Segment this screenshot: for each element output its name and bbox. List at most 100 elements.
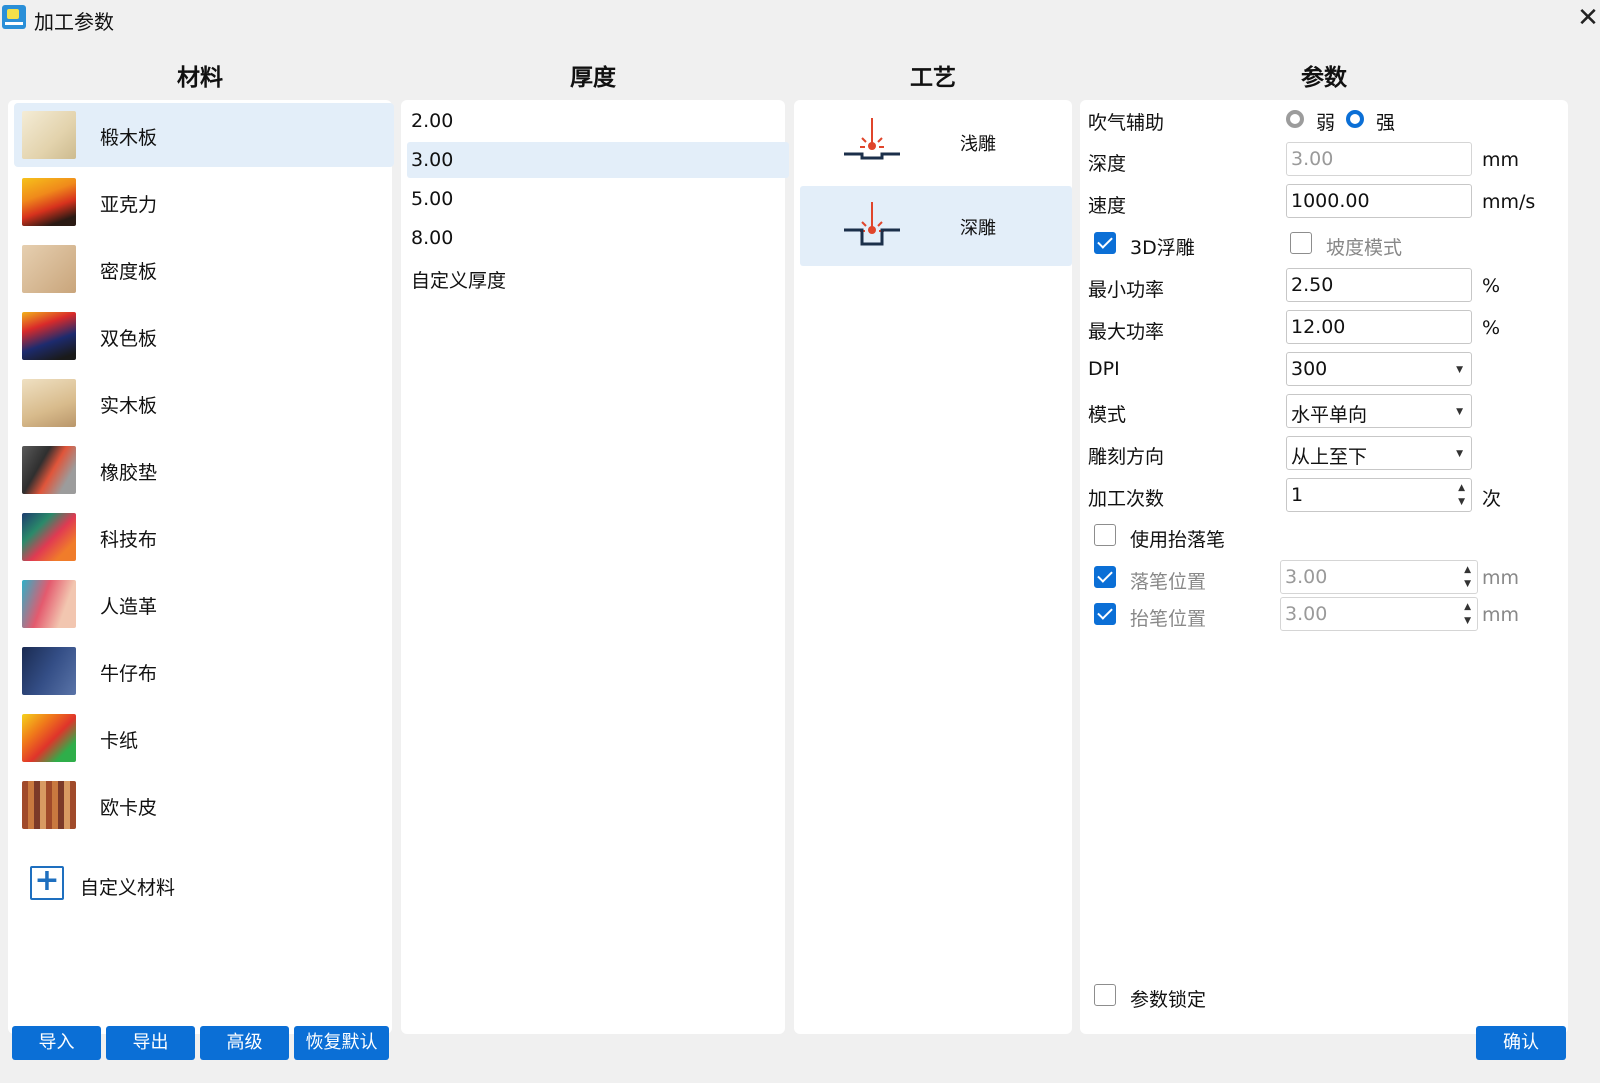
custom-thickness-item[interactable]: 自定义厚度 — [407, 259, 789, 295]
pen-down-value: 3.00 — [1285, 566, 1328, 588]
material-item-two-color[interactable]: 双色板 — [14, 304, 394, 368]
relief-3d-checkbox[interactable] — [1094, 232, 1116, 254]
direction-select[interactable]: 从上至下 ▼ — [1286, 436, 1472, 470]
process-item-shallow[interactable]: 浅雕 — [800, 102, 1072, 182]
plus-icon: + — [30, 866, 64, 900]
material-label: 牛仔布 — [100, 663, 158, 685]
passes-value: 1 — [1291, 484, 1304, 506]
material-header: 材料 — [177, 65, 223, 91]
process-panel: 浅雕 深雕 — [794, 100, 1072, 1034]
leather-thumbnail — [22, 580, 76, 628]
air-assist-strong-label: 强 — [1376, 112, 1396, 134]
thickness-item[interactable]: 2.00 — [407, 103, 789, 139]
passes-spinbox[interactable]: 1 ▲ ▼ — [1286, 478, 1472, 512]
custom-material-label: 自定义材料 — [80, 877, 176, 899]
passes-label: 加工次数 — [1088, 488, 1165, 510]
pen-down-label: 落笔位置 — [1130, 571, 1207, 593]
depth-unit: mm — [1482, 149, 1520, 171]
params-header: 参数 — [1301, 65, 1347, 91]
air-assist-weak-radio[interactable] — [1286, 110, 1304, 128]
relief-3d-label: 3D浮雕 — [1130, 237, 1195, 259]
title-bar: 加工参数 ✕ — [0, 0, 1600, 40]
material-label: 亚克力 — [100, 194, 158, 216]
params-panel: 吹气辅助 弱 强 深度 3.00 mm 速度 1000.00 mm/s 3D浮雕… — [1080, 100, 1568, 1034]
restore-default-button[interactable]: 恢复默认 — [294, 1026, 389, 1060]
speed-label: 速度 — [1088, 195, 1127, 217]
chevron-down-icon: ▼ — [1456, 449, 1463, 459]
max-power-input[interactable]: 12.00 — [1286, 310, 1472, 344]
material-label: 实木板 — [100, 395, 158, 417]
material-label: 双色板 — [100, 328, 158, 350]
material-label: 欧卡皮 — [100, 797, 158, 819]
min-power-unit: % — [1482, 275, 1501, 297]
material-item-basswood[interactable]: 椴木板 — [14, 103, 394, 167]
thickness-header: 厚度 — [570, 65, 616, 91]
cardboard-thumbnail — [22, 714, 76, 762]
confirm-button[interactable]: 确认 — [1476, 1026, 1566, 1060]
material-label: 卡纸 — [100, 730, 139, 752]
mode-select[interactable]: 水平单向 ▼ — [1286, 394, 1472, 428]
use-pen-lift-label: 使用抬落笔 — [1130, 529, 1226, 551]
basswood-thumbnail — [22, 111, 76, 159]
material-label: 橡胶垫 — [100, 462, 158, 484]
pen-up-label: 抬笔位置 — [1130, 608, 1207, 630]
process-item-deep[interactable]: 深雕 — [800, 186, 1072, 266]
advanced-button[interactable]: 高级 — [200, 1026, 289, 1060]
thickness-panel: 2.00 3.00 5.00 8.00 自定义厚度 — [401, 100, 789, 1034]
process-header: 工艺 — [910, 65, 956, 91]
dpi-value: 300 — [1291, 358, 1328, 380]
spin-arrows-icon[interactable]: ▲ ▼ — [1464, 563, 1471, 591]
slope-mode-label: 坡度模式 — [1326, 237, 1403, 259]
thickness-item[interactable]: 5.00 — [407, 181, 789, 217]
speed-unit: mm/s — [1482, 191, 1536, 213]
pen-up-spinbox[interactable]: 3.00 ▲ ▼ — [1280, 597, 1478, 631]
min-power-label: 最小功率 — [1088, 279, 1165, 301]
use-pen-lift-checkbox[interactable] — [1094, 524, 1116, 546]
laser-shallow-engrave-icon — [844, 118, 900, 160]
thickness-item-selected[interactable]: 3.00 — [407, 142, 789, 178]
acrylic-thumbnail — [22, 178, 76, 226]
material-label: 人造革 — [100, 596, 158, 618]
material-item-oka-leather[interactable]: 欧卡皮 — [14, 773, 394, 837]
mode-label: 模式 — [1088, 404, 1127, 426]
air-assist-strong-radio[interactable] — [1346, 110, 1364, 128]
thickness-item[interactable]: 8.00 — [407, 220, 789, 256]
depth-input[interactable]: 3.00 — [1286, 142, 1472, 176]
material-item-tech-fabric[interactable]: 科技布 — [14, 505, 394, 569]
material-item-denim[interactable]: 牛仔布 — [14, 639, 394, 703]
material-item-cardboard[interactable]: 卡纸 — [14, 706, 394, 770]
spin-arrows-icon[interactable]: ▲ ▼ — [1458, 481, 1465, 509]
material-item-rubber[interactable]: 橡胶垫 — [14, 438, 394, 502]
max-power-label: 最大功率 — [1088, 321, 1165, 343]
pen-up-checkbox[interactable] — [1094, 603, 1116, 625]
min-power-input[interactable]: 2.50 — [1286, 268, 1472, 302]
passes-unit: 次 — [1482, 488, 1502, 510]
material-item-acrylic[interactable]: 亚克力 — [14, 170, 394, 234]
pen-up-value: 3.00 — [1285, 603, 1328, 625]
close-icon[interactable]: ✕ — [1576, 4, 1600, 32]
pen-up-unit: mm — [1482, 604, 1520, 626]
speed-input[interactable]: 1000.00 — [1286, 184, 1472, 218]
two-color-thumbnail — [22, 312, 76, 360]
pen-down-spinbox[interactable]: 3.00 ▲ ▼ — [1280, 560, 1478, 594]
slope-mode-checkbox[interactable] — [1290, 232, 1312, 254]
rubber-thumbnail — [22, 446, 76, 494]
material-item-mdf[interactable]: 密度板 — [14, 237, 394, 301]
oka-leather-thumbnail — [22, 781, 76, 829]
process-label: 浅雕 — [960, 134, 996, 155]
air-assist-weak-label: 弱 — [1316, 112, 1336, 134]
material-panel: 椴木板 亚克力 密度板 双色板 实木板 橡胶垫 科技布 人造革 牛仔布 卡纸 欧… — [8, 100, 394, 1034]
export-button[interactable]: 导出 — [106, 1026, 195, 1060]
dpi-select[interactable]: 300 ▼ — [1286, 352, 1472, 386]
custom-material-button[interactable]: + 自定义材料 — [22, 864, 222, 904]
material-label: 椴木板 — [100, 127, 158, 149]
pen-down-unit: mm — [1482, 567, 1520, 589]
chevron-down-icon: ▼ — [1456, 365, 1463, 375]
spin-arrows-icon[interactable]: ▲ ▼ — [1464, 600, 1471, 628]
material-label: 密度板 — [100, 261, 158, 283]
material-item-solid-wood[interactable]: 实木板 — [14, 371, 394, 435]
param-lock-checkbox[interactable] — [1094, 984, 1116, 1006]
pen-down-checkbox[interactable] — [1094, 566, 1116, 588]
import-button[interactable]: 导入 — [12, 1026, 101, 1060]
material-item-leather[interactable]: 人造革 — [14, 572, 394, 636]
